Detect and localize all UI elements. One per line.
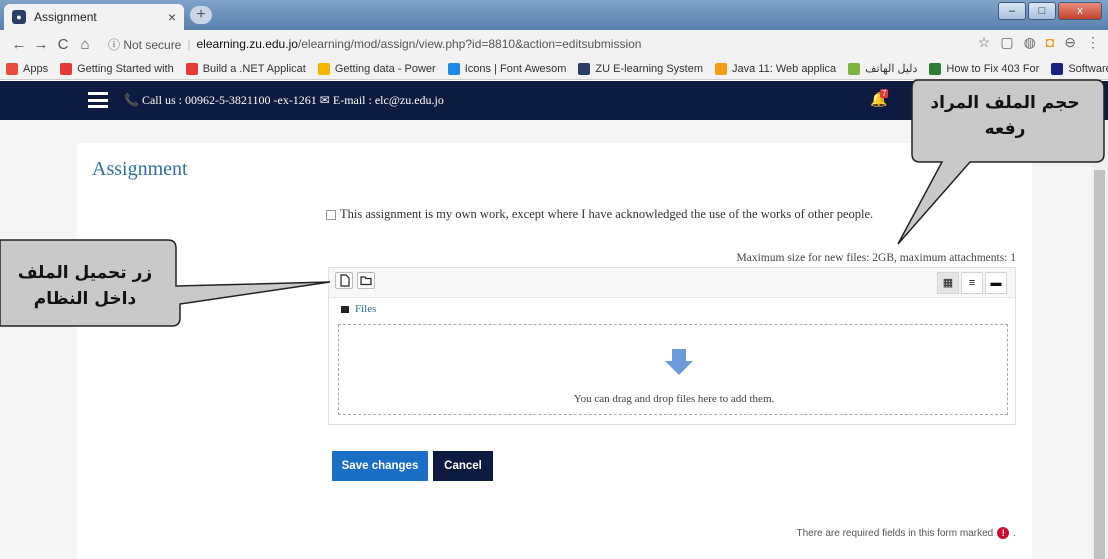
bookmark-icon xyxy=(578,62,591,75)
bookmarks-bar: Apps Getting Started with Build a .NET App… xyxy=(0,58,1108,80)
file-path-breadcrumb: Files xyxy=(341,303,376,315)
scrollbar-thumb[interactable] xyxy=(1094,170,1105,559)
bookmark-item[interactable]: Apps xyxy=(6,62,49,75)
extension-icon-3[interactable]: ◘ xyxy=(1046,34,1054,51)
create-folder-button[interactable] xyxy=(357,272,375,289)
bookmark-label: Apps xyxy=(23,62,49,75)
minimize-button[interactable]: – xyxy=(998,2,1026,20)
file-drop-zone[interactable]: You can drag and drop files here to add … xyxy=(338,324,1008,415)
new-tab-button[interactable]: + xyxy=(190,6,212,24)
bookmark-icon xyxy=(447,62,460,75)
drop-zone-text: You can drag and drop files here to add … xyxy=(573,393,775,405)
extension-icon[interactable]: ▢ xyxy=(1000,34,1013,51)
address-bar-actions: ☆ ▢ ◍ ◘ ⊖ ⋮ xyxy=(978,34,1100,51)
url-host: elearning.zu.edu.jo xyxy=(196,37,298,51)
bookmark-item[interactable]: How to Fix 403 For xyxy=(929,62,1040,75)
bookmark-label: Build a .NET Applicat xyxy=(202,62,306,75)
bookmark-icon xyxy=(317,62,330,75)
required-dot: . xyxy=(1013,527,1016,539)
hamburger-menu-icon[interactable] xyxy=(88,92,108,108)
save-changes-button[interactable]: Save changes xyxy=(332,451,428,481)
bookmark-label: دليل الهاتف xyxy=(865,63,918,75)
browser-tab[interactable]: ● Assignment × xyxy=(4,4,184,30)
bookmark-item[interactable]: Build a .NET Applicat xyxy=(185,62,306,75)
bookmark-icon xyxy=(848,62,861,75)
view-list-button[interactable]: ≡ xyxy=(961,272,983,294)
bookmark-icon xyxy=(929,62,942,75)
site-favicon-icon: ● xyxy=(12,10,26,24)
bookmark-icon xyxy=(1051,62,1064,75)
page-scrollbar[interactable] xyxy=(1091,120,1108,559)
files-link[interactable]: Files xyxy=(355,303,376,315)
required-fields-note: There are required fields in this form m… xyxy=(796,527,1016,539)
view-icons-button[interactable]: ▦ xyxy=(937,272,959,294)
browser-tab-bar: ● Assignment × + – □ x xyxy=(0,0,1108,30)
own-work-checkbox[interactable] xyxy=(326,209,336,220)
bookmark-item[interactable]: Getting Started with xyxy=(60,62,174,75)
bookmark-label: How to Fix 403 For xyxy=(946,62,1040,75)
own-work-label: This assignment is my own work, except w… xyxy=(340,207,874,221)
security-label[interactable]: ⓘ Not secure xyxy=(108,36,181,53)
bookmark-item[interactable]: ZU E-learning System xyxy=(578,62,704,75)
bookmark-item[interactable]: Icons | Font Awesom xyxy=(447,62,567,75)
required-icon: ! xyxy=(997,527,1010,539)
bookmark-item[interactable]: Getting data - Power xyxy=(317,62,436,75)
window-controls: – □ x xyxy=(998,2,1102,20)
maximize-button[interactable]: □ xyxy=(1028,2,1056,20)
bookmark-item[interactable]: دليل الهاتف xyxy=(848,62,917,75)
upload-button-callout: زر تحميل الملف داخل النظام xyxy=(17,263,153,309)
bookmark-label: ZU E-learning System xyxy=(595,62,704,75)
bookmark-icon xyxy=(715,62,728,75)
bookmark-star-icon[interactable]: ☆ xyxy=(978,34,991,51)
back-icon[interactable]: ← xyxy=(8,36,30,53)
file-manager-toolbar: ▦ ≡ ▬ xyxy=(329,268,1015,298)
file-icon xyxy=(340,274,350,287)
file-size-callout: حجم الملف المراد رفعه xyxy=(930,93,1080,139)
close-tab-icon[interactable]: × xyxy=(168,9,176,25)
bookmark-label: Getting Started with xyxy=(77,62,174,75)
bookmark-icon xyxy=(6,62,18,75)
bookmark-label: Software Design Gu xyxy=(1068,62,1108,75)
home-icon[interactable]: ⌂ xyxy=(74,36,96,53)
folder-icon xyxy=(341,305,349,313)
url-input[interactable]: ⓘ Not secure | elearning.zu.edu.jo /elea… xyxy=(102,33,952,55)
address-bar: ← → C ⌂ ⓘ Not secure | elearning.zu.edu.… xyxy=(0,30,1108,58)
page-title: Assignment xyxy=(92,158,188,180)
bookmark-icon xyxy=(185,62,198,75)
own-work-statement: This assignment is my own work, except w… xyxy=(326,207,873,222)
extension-icon-2[interactable]: ◍ xyxy=(1024,34,1036,51)
bookmark-label: Icons | Font Awesom xyxy=(464,62,567,75)
download-arrow-icon xyxy=(665,349,693,375)
profile-icon[interactable]: ⊖ xyxy=(1064,34,1076,51)
bookmark-icon xyxy=(60,62,73,75)
url-divider: | xyxy=(187,37,191,51)
view-tree-button[interactable]: ▬ xyxy=(985,272,1007,294)
url-path: /elearning/mod/assign/view.php?id=8810&a… xyxy=(297,37,642,51)
bookmark-item[interactable]: Software Design Gu xyxy=(1051,62,1108,75)
folder-outline-icon xyxy=(360,276,372,286)
bookmark-label: Java 11: Web applica xyxy=(732,62,837,75)
notification-badge: 7 xyxy=(880,89,889,98)
reload-icon[interactable]: C xyxy=(52,36,74,53)
forward-icon[interactable]: → xyxy=(30,36,52,53)
cancel-button[interactable]: Cancel xyxy=(433,451,493,481)
add-file-button[interactable] xyxy=(335,272,353,289)
bookmark-label: Getting data - Power xyxy=(334,62,436,75)
close-window-button[interactable]: x xyxy=(1058,2,1102,20)
menu-icon[interactable]: ⋮ xyxy=(1086,34,1100,51)
required-fields-text: There are required fields in this form m… xyxy=(796,527,994,539)
max-file-size-note: Maximum size for new files: 2GB, maximum… xyxy=(736,252,1016,264)
file-manager: ▦ ≡ ▬ Files You can drag and drop files … xyxy=(328,267,1016,425)
bookmark-item[interactable]: Java 11: Web applica xyxy=(715,62,837,75)
contact-info: 📞 Call us : 00962-5-3821100 -ex-1261 ✉ E… xyxy=(124,93,444,107)
tab-title: Assignment xyxy=(34,10,97,24)
